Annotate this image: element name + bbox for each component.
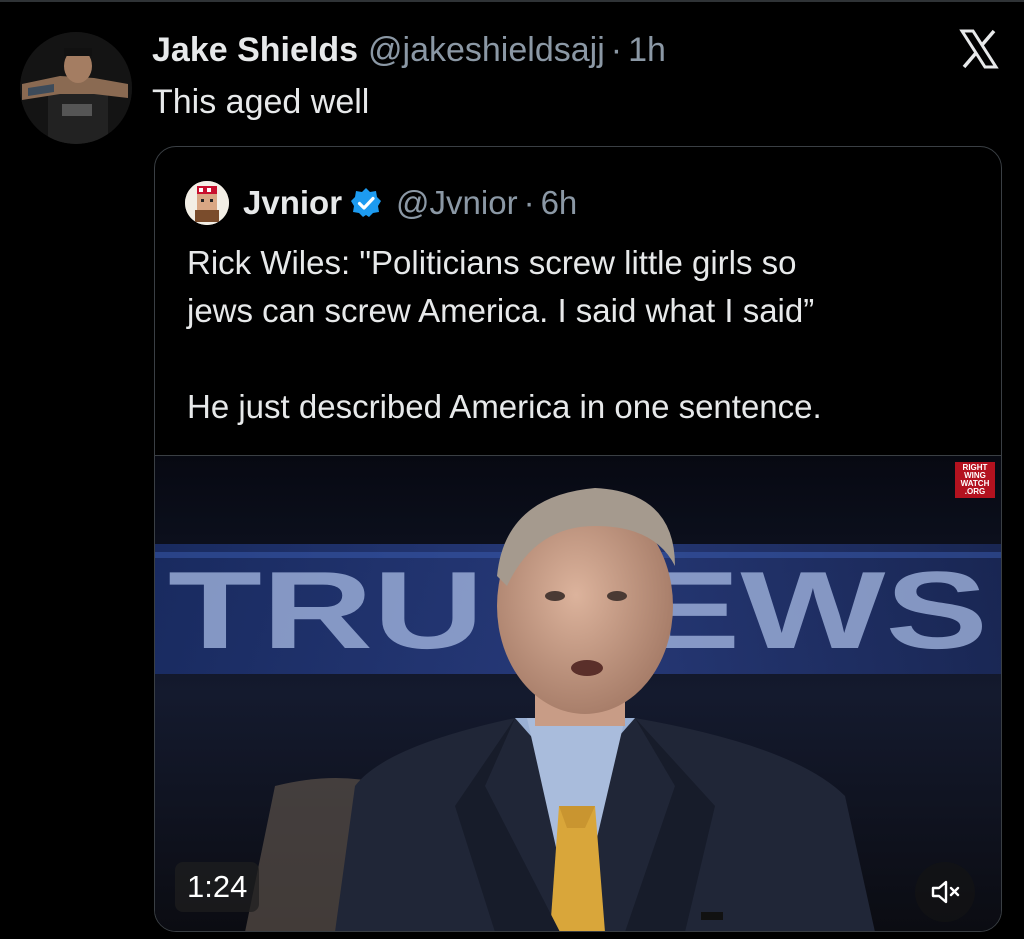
mute-button[interactable]: [915, 862, 975, 922]
tweet-text: This aged well: [152, 83, 370, 121]
video-watermark: RIGHT WING WATCH .ORG: [955, 462, 995, 498]
video-player[interactable]: TRU NEWS RIGHT WING WATCH .ORG 1:24: [155, 455, 1001, 931]
verified-badge-icon: [351, 188, 382, 217]
video-duration: 1:24: [175, 862, 260, 912]
quoted-tweet-text: Rick Wiles: "Politicians screw little gi…: [187, 239, 967, 431]
quoted-author-name[interactable]: Jvnior: [243, 184, 342, 222]
avatar-photo: [20, 32, 132, 144]
x-logo-icon[interactable]: [958, 28, 1000, 70]
author-avatar[interactable]: [20, 32, 132, 144]
author-handle[interactable]: @jakeshieldsajj: [368, 31, 605, 70]
quoted-tweet-paragraph: He just described America in one sentenc…: [187, 388, 822, 425]
quoted-tweet-header: Jvnior @Jvnior · 6h: [185, 179, 577, 227]
tweet-header: Jake Shields @jakeshieldsajj · 1h: [152, 26, 666, 74]
tweet-timestamp[interactable]: 1h: [628, 31, 666, 70]
speaker-muted-icon: [931, 880, 960, 904]
separator-dot: ·: [523, 184, 535, 221]
quoted-tweet-card[interactable]: Jvnior @Jvnior · 6h Rick Wiles: "Politic…: [154, 146, 1002, 932]
separator-dot: ·: [610, 30, 623, 69]
quoted-author-handle[interactable]: @Jvnior: [396, 184, 518, 222]
quoted-tweet-paragraph: Rick Wiles: "Politicians screw little gi…: [187, 244, 815, 329]
quoted-author-avatar[interactable]: [185, 181, 229, 225]
author-name[interactable]: Jake Shields: [152, 31, 358, 70]
top-divider: [0, 0, 1024, 2]
quoted-tweet-timestamp[interactable]: 6h: [541, 184, 578, 222]
watermark-line: .ORG: [964, 487, 986, 496]
video-frame: TRU NEWS: [155, 456, 1001, 931]
